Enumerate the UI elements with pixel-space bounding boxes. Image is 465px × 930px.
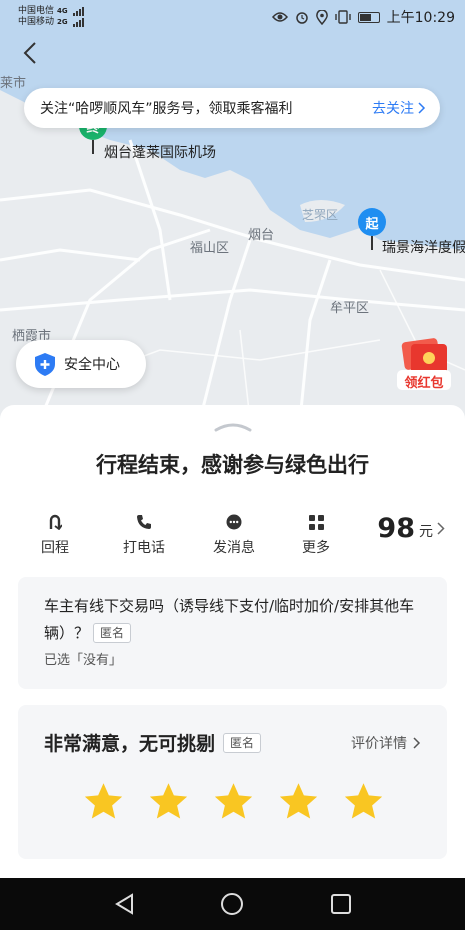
chevron-right-icon (437, 522, 445, 535)
return-trip-label: 回程 (41, 540, 69, 556)
star-icon[interactable] (277, 780, 320, 823)
phone-icon (137, 515, 151, 529)
clock-time: 上午10:29 (386, 10, 455, 26)
circle-home-icon (221, 893, 244, 915)
carrier2-name: 中国移动 (18, 17, 55, 27)
eye-icon (271, 12, 288, 22)
chevron-right-icon (418, 102, 426, 114)
carrier1-net: 4G (57, 7, 68, 15)
rating-detail-link[interactable]: 评价详情 (351, 733, 421, 753)
carrier2-net: 2G (57, 18, 68, 26)
star-icon[interactable] (212, 780, 255, 823)
square-recents-icon (330, 894, 351, 914)
rating-card: 非常满意，无可挑剔 匿名 评价详情 (18, 705, 447, 859)
message-icon (226, 514, 242, 530)
return-trip-button[interactable]: 回程 (20, 513, 90, 557)
star-rating[interactable] (44, 780, 421, 823)
more-label: 更多 (302, 540, 330, 556)
question-selected: 已选「没有」 (44, 653, 123, 668)
system-nav-bar (0, 878, 465, 930)
safety-center-label: 安全中心 (64, 357, 120, 373)
map-label-yantai: 烟台 (248, 228, 275, 243)
back-button[interactable] (16, 38, 44, 68)
map-label-fushan: 福山区 (190, 241, 230, 256)
start-pin-label: 起 (358, 208, 386, 236)
return-trip-icon (49, 514, 62, 530)
star-icon[interactable] (82, 780, 125, 823)
map-label-destination: 瑞景海洋度假 (382, 240, 465, 256)
more-button[interactable]: 更多 (286, 513, 346, 557)
follow-button[interactable]: 去关注 (372, 98, 426, 118)
status-bar: 中国电信 4G 中国移动 2G 上午10:29 (0, 0, 465, 34)
chevron-left-icon (23, 42, 36, 64)
trip-sheet: 行程结束，感谢参与绿色出行 回程 打电话 发消息 更多 98 元 车主有线下交易… (0, 405, 465, 878)
location-icon (315, 9, 328, 25)
map-label-zhifu: 芝罘区 (302, 208, 339, 222)
message-label: 发消息 (213, 540, 255, 556)
call-label: 打电话 (123, 540, 165, 556)
rating-detail-label: 评价详情 (351, 735, 407, 752)
fare-unit: 元 (419, 523, 433, 540)
follow-button-label: 去关注 (372, 101, 414, 117)
red-packet-label: 领红包 (404, 376, 444, 391)
alarm-icon (295, 12, 308, 24)
carrier-info: 中国电信 4G 中国移动 2G (18, 6, 84, 28)
sheet-handle[interactable] (214, 417, 252, 432)
vibrate-icon (334, 10, 351, 24)
signal-icon (72, 18, 84, 27)
nav-home-button[interactable] (217, 889, 247, 919)
call-button[interactable]: 打电话 (104, 513, 184, 557)
carrier1-name: 中国电信 (18, 6, 55, 16)
shield-icon (35, 352, 55, 376)
safety-center-button[interactable]: 安全中心 (16, 340, 146, 388)
star-icon[interactable] (147, 780, 190, 823)
battery-icon (357, 11, 380, 23)
banner-text: 关注“哈啰顺风车”服务号，领取乘客福利 (40, 101, 293, 117)
grid-icon (308, 514, 324, 530)
follow-banner[interactable]: 关注“哈啰顺风车”服务号，领取乘客福利 去关注 (24, 88, 440, 128)
map-label-muping: 牟平区 (330, 301, 370, 316)
chevron-up-icon (214, 423, 252, 432)
red-packet-button[interactable]: 领红包 (395, 336, 453, 394)
trip-title: 行程结束，感谢参与绿色出行 (96, 453, 369, 477)
trip-actions: 回程 打电话 发消息 更多 98 元 (20, 513, 445, 563)
anonymous-tag: 匿名 (223, 732, 262, 753)
anonymous-tag: 匿名 (93, 623, 132, 643)
nav-back-button[interactable] (109, 889, 139, 919)
start-pin: 起 (358, 208, 386, 250)
map-label-edge: 莱市 (0, 76, 27, 91)
signal-icon (72, 7, 84, 16)
offline-trade-question[interactable]: 车主有线下交易吗（诱导线下支付/临时加价/安排其他车辆）？ 匿名 已选「没有」 (18, 577, 447, 689)
message-button[interactable]: 发消息 (194, 513, 274, 557)
fare-amount: 98 (377, 513, 415, 544)
nav-recents-button[interactable] (326, 889, 356, 919)
rating-text: 非常满意，无可挑剔 (44, 733, 216, 755)
chevron-right-icon (413, 736, 421, 749)
triangle-back-icon (115, 893, 134, 915)
map-label-airport: 烟台蓬莱国际机场 (104, 145, 216, 161)
star-icon[interactable] (342, 780, 385, 823)
fare-detail-button[interactable]: 98 元 (377, 513, 445, 544)
